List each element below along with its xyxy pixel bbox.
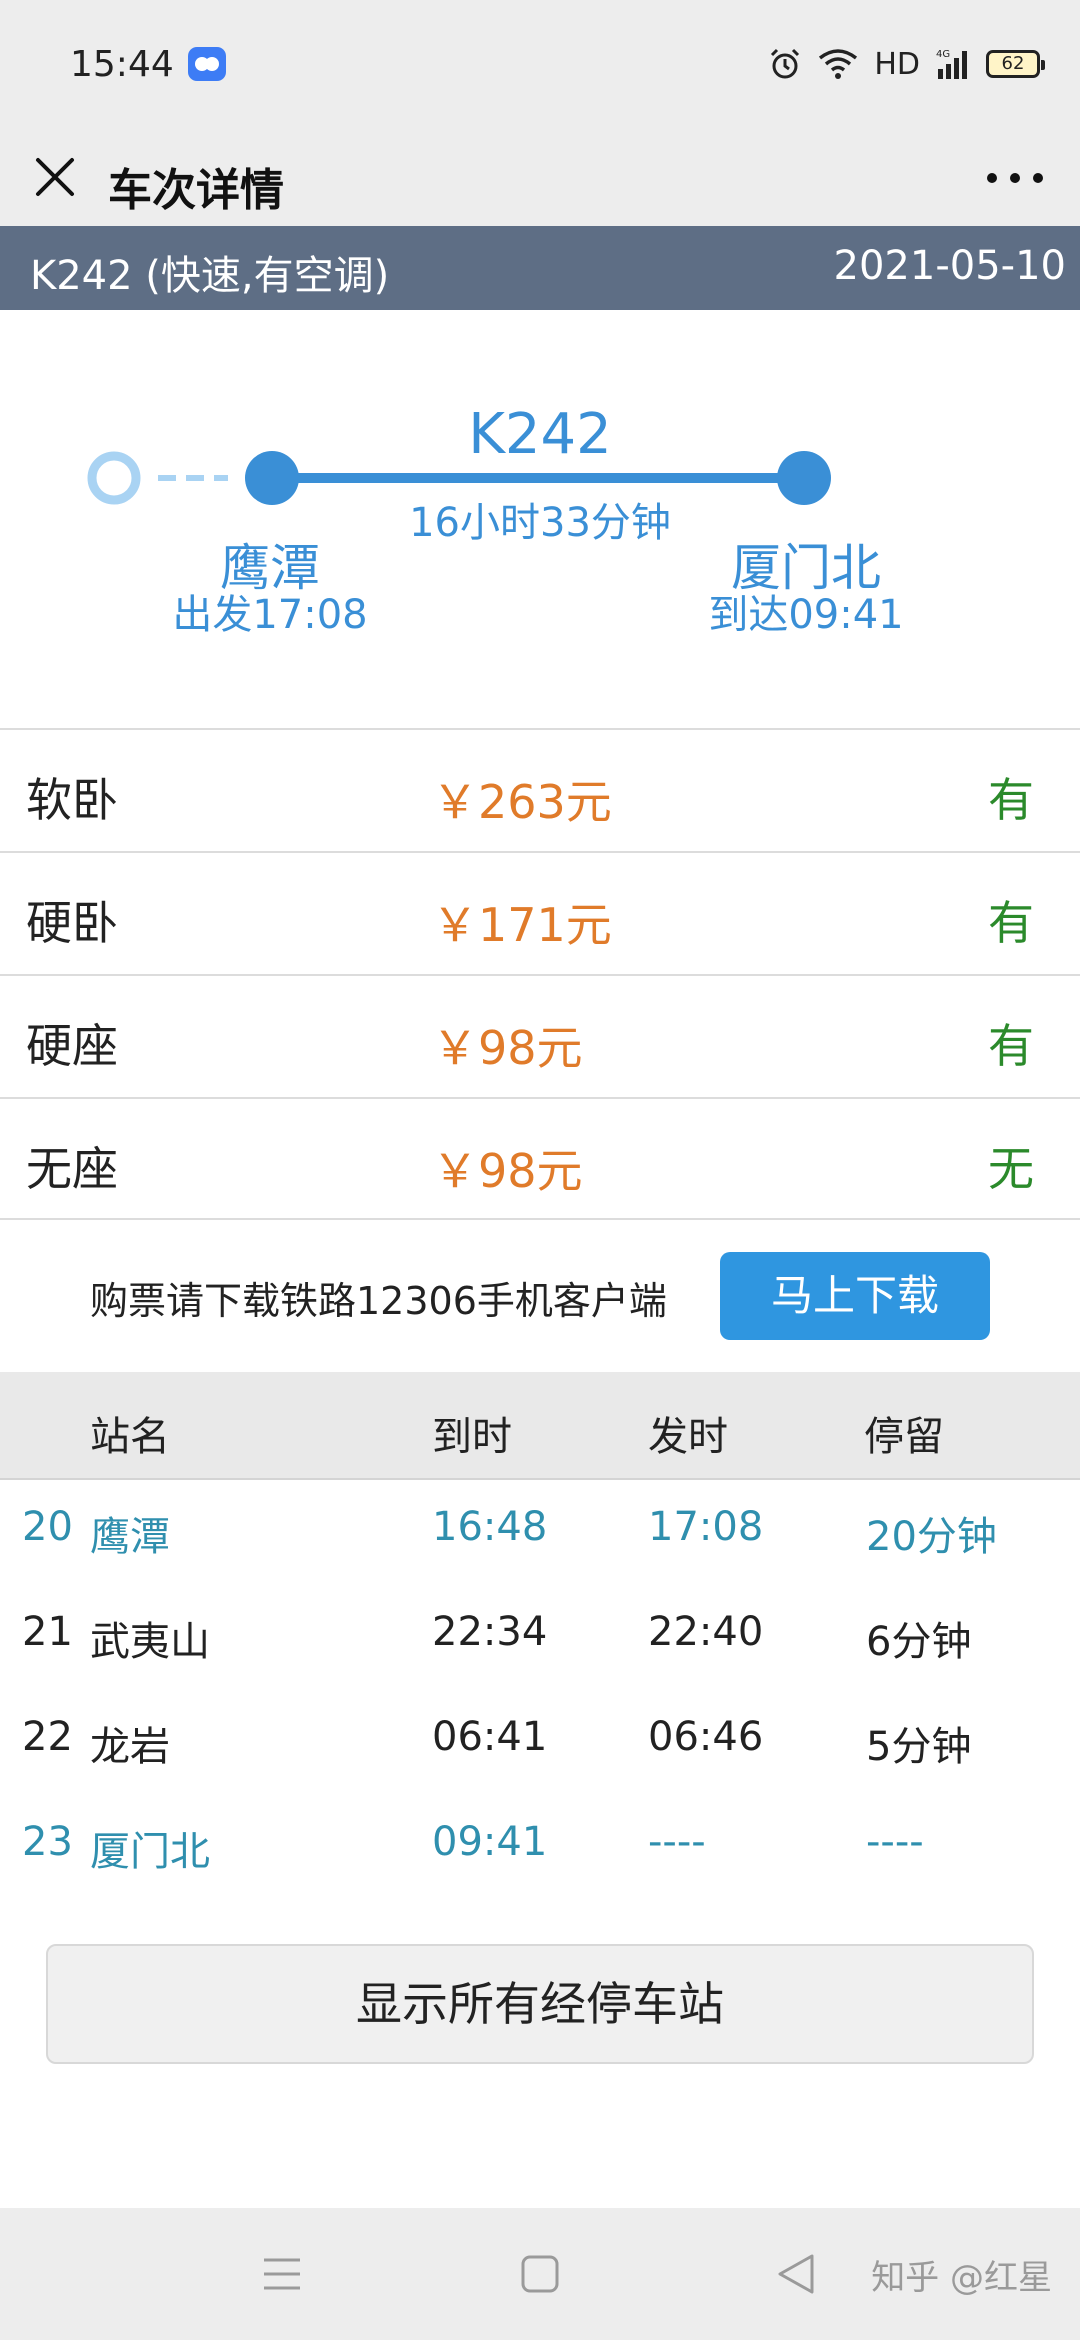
- status-bar: 15:44 HD 4G 62: [0, 0, 1080, 130]
- price-row-soft-sleeper: 软卧 ￥263元 有: [0, 728, 1080, 851]
- watermark: 知乎 @红星: [871, 2258, 1052, 2298]
- stop-stay: ----: [866, 1819, 924, 1865]
- header-station: 站名: [90, 1414, 170, 1460]
- seat-price: ￥98元: [432, 1021, 583, 1075]
- stop-number: 23: [22, 1819, 73, 1865]
- seat-availability: 有: [988, 773, 1034, 827]
- from-time: 出发17:08: [172, 592, 368, 638]
- svg-text:4G: 4G: [936, 49, 950, 60]
- download-banner: 购票请下载铁路12306手机客户端 马上下载: [0, 1220, 1080, 1372]
- stop-arrive: 16:48: [432, 1504, 548, 1550]
- train-header: K242 (快速,有空调) 2021-05-10: [0, 226, 1080, 310]
- price-row-hard-sleeper: 硬卧 ￥171元 有: [0, 851, 1080, 974]
- battery-icon: 62: [986, 50, 1045, 78]
- seat-price: ￥171元: [432, 898, 612, 952]
- page-title: 车次详情: [108, 165, 284, 216]
- stop-depart: 22:40: [648, 1609, 764, 1655]
- table-row: 21 武夷山 22:34 22:40 6分钟: [0, 1585, 1080, 1690]
- seat-name: 软卧: [26, 773, 118, 827]
- wifi-icon: [819, 49, 858, 79]
- show-all-stops-button[interactable]: 显示所有经停车站: [46, 1944, 1034, 2064]
- seat-name: 无座: [26, 1142, 118, 1196]
- network-type: HD: [874, 46, 920, 82]
- app-notification-icon: [188, 47, 226, 81]
- status-time: 15:44: [70, 44, 174, 85]
- nav-bar: 车次详情: [0, 130, 1080, 226]
- stop-arrive: 06:41: [432, 1714, 548, 1760]
- route-diagram: K242 16小时33分钟 鹰潭 出发17:08 厦门北 到达09:41: [0, 310, 1080, 730]
- stop-number: 21: [22, 1609, 73, 1655]
- stop-arrive: 22:34: [432, 1609, 548, 1655]
- stop-name: 武夷山: [90, 1619, 210, 1665]
- stops-table: 20 鹰潭 16:48 17:08 20分钟 21 武夷山 22:34 22:4…: [0, 1480, 1080, 1900]
- table-row: 23 厦门北 09:41 ---- ----: [0, 1795, 1080, 1900]
- stop-depart: ----: [648, 1819, 706, 1865]
- stop-name: 鹰潭: [90, 1514, 170, 1560]
- stop-number: 20: [22, 1504, 73, 1550]
- stop-stay: 6分钟: [866, 1619, 972, 1665]
- stops-table-header: 站名 到时 发时 停留: [0, 1372, 1080, 1480]
- table-row: 22 龙岩 06:41 06:46 5分钟: [0, 1690, 1080, 1795]
- download-button[interactable]: 马上下载: [720, 1252, 990, 1340]
- menu-icon[interactable]: [262, 2254, 302, 2294]
- more-icon[interactable]: [980, 156, 1050, 200]
- stop-number: 22: [22, 1714, 73, 1760]
- status-icons: HD 4G 62: [768, 44, 1045, 84]
- route-train-code: K242: [468, 402, 612, 467]
- home-icon[interactable]: [520, 2254, 560, 2294]
- seat-availability: 无: [988, 1142, 1034, 1196]
- header-depart: 发时: [648, 1414, 728, 1460]
- header-stay: 停留: [864, 1414, 944, 1460]
- seat-availability: 有: [988, 896, 1034, 950]
- stop-name: 厦门北: [90, 1829, 210, 1875]
- close-icon[interactable]: [30, 152, 80, 202]
- signal-icon: 4G: [936, 49, 967, 79]
- back-icon[interactable]: [776, 2252, 816, 2296]
- stop-depart: 06:46: [648, 1714, 764, 1760]
- header-arrive: 到时: [432, 1414, 512, 1460]
- to-time: 到达09:41: [708, 592, 904, 638]
- alarm-icon: [771, 48, 800, 79]
- price-row-hard-seat: 硬座 ￥98元 有: [0, 974, 1080, 1097]
- system-navigation-bar: 知乎 @红星: [0, 2208, 1080, 2340]
- train-date: 2021-05-10: [833, 243, 1066, 289]
- stop-arrive: 09:41: [432, 1819, 548, 1865]
- train-name: K242 (快速,有空调): [30, 253, 390, 299]
- stop-depart: 17:08: [648, 1504, 764, 1550]
- price-row-no-seat: 无座 ￥98元 无: [0, 1097, 1080, 1220]
- seat-price: ￥263元: [432, 775, 612, 829]
- seat-name: 硬卧: [26, 896, 118, 950]
- stop-stay: 5分钟: [866, 1724, 972, 1770]
- download-text: 购票请下载铁路12306手机客户端: [90, 1279, 667, 1323]
- table-row: 20 鹰潭 16:48 17:08 20分钟: [0, 1480, 1080, 1585]
- seat-name: 硬座: [26, 1019, 118, 1073]
- seat-availability: 有: [988, 1019, 1034, 1073]
- seat-price: ￥98元: [432, 1144, 583, 1198]
- stop-stay: 20分钟: [866, 1514, 997, 1560]
- price-list: 软卧 ￥263元 有 硬卧 ￥171元 有 硬座 ￥98元 有 无座 ￥98元 …: [0, 728, 1080, 1220]
- stop-name: 龙岩: [90, 1724, 170, 1770]
